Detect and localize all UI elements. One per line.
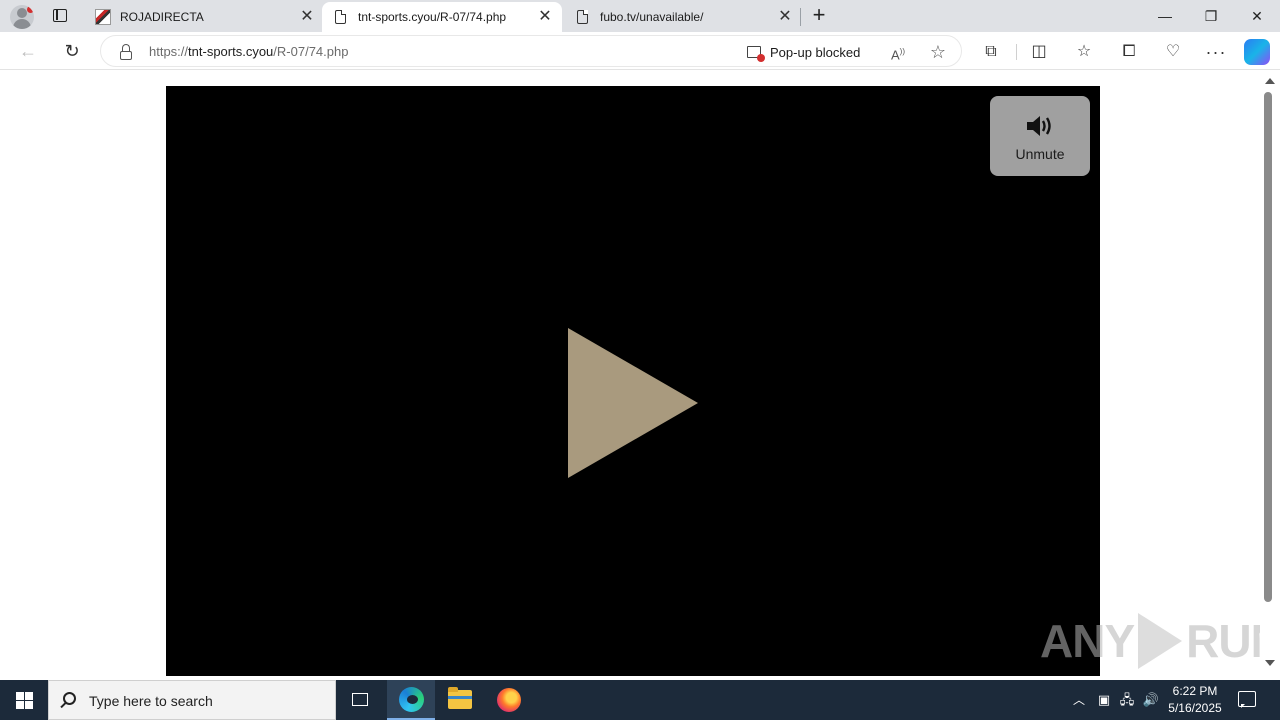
navigation-bar: ← ↻ https://tnt-sports.cyou/R-07/74.php … bbox=[0, 32, 1280, 70]
clock-time: 6:22 PM bbox=[1172, 684, 1218, 698]
tab-title: ROJADIRECTA bbox=[120, 10, 204, 24]
extensions-puzzle-icon[interactable]: ⧉ bbox=[978, 39, 1004, 65]
device-icon[interactable]: ▣ bbox=[1094, 680, 1114, 720]
play-icon[interactable] bbox=[568, 328, 698, 478]
toolbar-separator bbox=[1016, 44, 1017, 60]
scroll-up-arrow-icon[interactable] bbox=[1265, 78, 1275, 84]
search-placeholder: Type here to search bbox=[89, 693, 213, 709]
back-arrow-icon[interactable]: ← bbox=[16, 39, 40, 63]
close-window-icon[interactable]: ✕ bbox=[1234, 0, 1280, 32]
tab-actions-icon[interactable] bbox=[50, 6, 70, 26]
favorite-star-icon[interactable]: ☆ bbox=[927, 41, 949, 63]
firefox-button[interactable] bbox=[485, 680, 533, 720]
search-icon bbox=[63, 692, 76, 705]
more-options-icon[interactable]: ··· bbox=[1203, 39, 1229, 65]
lock-icon[interactable] bbox=[119, 44, 133, 60]
address-bar[interactable]: https://tnt-sports.cyou/R-07/74.php Pop-… bbox=[100, 35, 962, 67]
video-player[interactable]: Unmute bbox=[166, 86, 1100, 676]
tab-title: tnt-sports.cyou/R-07/74.php bbox=[358, 10, 507, 24]
minimize-icon[interactable]: — bbox=[1142, 0, 1188, 32]
favorites-icon[interactable]: ☆ bbox=[1071, 39, 1097, 65]
edge-icon bbox=[399, 687, 424, 712]
performance-heart-icon[interactable]: ♡ bbox=[1160, 39, 1186, 65]
notifications-icon[interactable] bbox=[1238, 691, 1256, 708]
folder-icon bbox=[448, 687, 472, 709]
anyrun-watermark: ANY RUN bbox=[1040, 613, 1280, 669]
system-clock[interactable]: 6:22 PM 5/16/2025 bbox=[1162, 683, 1228, 717]
windows-logo-icon bbox=[16, 692, 33, 709]
close-tab-icon[interactable]: ✕ bbox=[536, 8, 554, 26]
page-favicon-icon bbox=[335, 10, 346, 24]
popup-blocked-indicator[interactable]: Pop-up blocked bbox=[747, 43, 861, 62]
split-screen-icon[interactable]: ◫ bbox=[1026, 39, 1052, 65]
copilot-icon[interactable] bbox=[1244, 39, 1270, 65]
network-icon[interactable]: 🖧 bbox=[1117, 680, 1137, 720]
firefox-icon bbox=[497, 688, 521, 712]
tab-strip: ROJADIRECTA ✕ tnt-sports.cyou/R-07/74.ph… bbox=[0, 0, 1280, 32]
edge-taskbar-button[interactable] bbox=[387, 680, 435, 720]
profile-avatar-icon[interactable] bbox=[10, 5, 34, 29]
task-view-button[interactable] bbox=[336, 680, 384, 720]
tab-separator bbox=[800, 8, 801, 26]
scroll-down-arrow-icon[interactable] bbox=[1265, 660, 1275, 666]
unmute-button[interactable]: Unmute bbox=[990, 96, 1090, 176]
restore-icon[interactable]: ❐ bbox=[1188, 0, 1234, 32]
tab-tnt-sports[interactable]: tnt-sports.cyou/R-07/74.php ✕ bbox=[322, 2, 562, 32]
unmute-label: Unmute bbox=[1015, 146, 1065, 162]
tab-fubo[interactable]: fubo.tv/unavailable/ ✕ bbox=[564, 2, 800, 32]
collections-icon[interactable]: ⧠ bbox=[1116, 39, 1142, 65]
close-tab-icon[interactable]: ✕ bbox=[298, 8, 316, 26]
speaker-icon bbox=[1027, 116, 1051, 136]
start-button[interactable] bbox=[0, 680, 48, 720]
show-hidden-icons-chevron-icon[interactable]: ︿ bbox=[1068, 680, 1090, 720]
tab-rojadirecta[interactable]: ROJADIRECTA ✕ bbox=[84, 2, 322, 32]
tab-title: fubo.tv/unavailable/ bbox=[600, 10, 704, 24]
task-view-icon bbox=[352, 693, 368, 706]
clock-date: 5/16/2025 bbox=[1168, 701, 1222, 715]
volume-icon[interactable]: 🔊 bbox=[1140, 680, 1162, 720]
popup-blocked-label: Pop-up blocked bbox=[770, 44, 861, 60]
taskbar: Type here to search ︿ ▣ 🖧 🔊 6:22 PM 5/16… bbox=[0, 680, 1280, 720]
taskbar-search-box[interactable]: Type here to search bbox=[48, 680, 336, 720]
file-explorer-button[interactable] bbox=[436, 680, 484, 720]
close-tab-icon[interactable]: ✕ bbox=[776, 8, 794, 26]
vertical-scrollbar[interactable] bbox=[1260, 70, 1280, 676]
scrollbar-thumb[interactable] bbox=[1264, 92, 1272, 602]
url-text[interactable]: https://tnt-sports.cyou/R-07/74.php bbox=[149, 44, 348, 59]
page-favicon-icon bbox=[577, 10, 588, 24]
popup-blocked-icon bbox=[747, 46, 765, 62]
reload-icon[interactable]: ↻ bbox=[60, 39, 84, 63]
read-aloud-icon[interactable]: A)) bbox=[887, 41, 909, 63]
new-tab-plus-icon[interactable]: + bbox=[808, 4, 830, 27]
rojadirecta-favicon-icon bbox=[95, 9, 111, 25]
